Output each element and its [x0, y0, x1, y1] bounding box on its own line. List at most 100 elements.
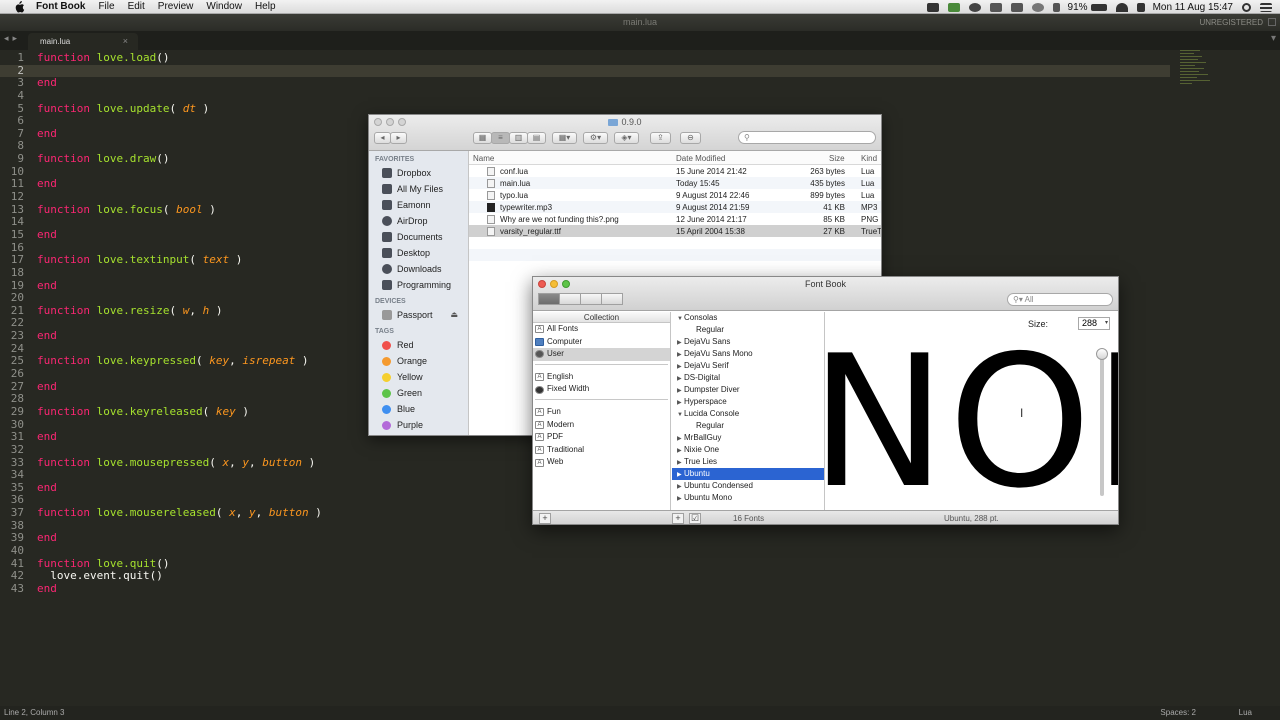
tab-main-lua[interactable]: main.lua × [28, 33, 138, 50]
apple-logo-icon[interactable] [12, 0, 26, 13]
font-family-item[interactable]: ▼Consolas [672, 312, 824, 324]
column-header-size[interactable]: Size [829, 154, 845, 163]
chevron-down-icon[interactable]: ▾ [1105, 318, 1108, 329]
column-header-date-modified[interactable]: Date Modified [676, 154, 725, 163]
icon-view-button[interactable]: ▦ [473, 132, 492, 144]
forward-button[interactable]: ▸ [390, 132, 407, 144]
file-row[interactable]: typewriter.mp3 9 August 2014 21:59 41 KB MP… [469, 201, 881, 213]
collection-pdf[interactable]: A PDF [533, 431, 670, 444]
sidebar-item-dropbox[interactable]: Dropbox [369, 165, 468, 181]
column-view-button[interactable]: ▥ [509, 132, 528, 144]
volume-icon[interactable] [1136, 2, 1145, 12]
sidebar-item-programming[interactable]: Programming [369, 277, 468, 293]
repertoire-view-button[interactable] [559, 293, 581, 305]
size-combo-box[interactable]: 288 ▾ [1078, 317, 1110, 330]
sidebar-tag-yellow[interactable]: Yellow [369, 369, 468, 385]
font-family-item[interactable]: ▶ Ubuntu Mono [672, 492, 824, 504]
sidebar-item-downloads[interactable]: Downloads [369, 261, 468, 277]
code-line[interactable]: 39 end [0, 532, 1170, 545]
file-row[interactable]: conf.lua 15 June 2014 21:42 263 bytes Lua [469, 165, 881, 177]
collection-modern[interactable]: A Modern [533, 419, 670, 432]
disclosure-open-icon[interactable]: ▼ [677, 409, 684, 421]
syntax-selector[interactable]: Lua [1239, 706, 1252, 720]
disclosure-closed-icon[interactable]: ▶ [677, 493, 684, 505]
code-line[interactable]: 1 function love.load() [0, 51, 1170, 65]
sidebar-tag-red[interactable]: Red [369, 337, 468, 353]
enable-font-checkbox-button[interactable]: ☑ [689, 513, 701, 524]
collection-traditional[interactable]: A Traditional [533, 444, 670, 457]
collection-web[interactable]: A Web [533, 456, 670, 469]
code-line[interactable]: 43 end [0, 582, 1170, 596]
font-typeface-item[interactable]: Regular [672, 324, 824, 336]
menu-file[interactable]: File [98, 0, 114, 14]
spotlight-icon[interactable] [1242, 2, 1251, 12]
list-view-button[interactable]: ≡ [491, 132, 510, 144]
indentation-setting[interactable]: Spaces: 2 [1160, 706, 1196, 720]
sidebar-item-airdrop[interactable]: AirDrop [369, 213, 468, 229]
font-family-item[interactable]: ▶ Nixie One [672, 444, 824, 456]
menubar-clock[interactable]: Mon 11 Aug 15:47 [1153, 2, 1233, 13]
wifi-icon[interactable] [1115, 2, 1128, 12]
font-family-item[interactable]: ▶ Dumpster Diver [672, 384, 824, 396]
font-family-item[interactable]: ▶ Ubuntu [672, 468, 824, 480]
font-family-item[interactable]: ▼Lucida Console [672, 408, 824, 420]
screen-recorder-icon[interactable] [926, 2, 939, 12]
font-family-item[interactable]: ▶ True Lies [672, 456, 824, 468]
sidebar-item-passport[interactable]: Passport ⏏ [369, 307, 468, 323]
font-family-item[interactable]: ▶ DejaVu Sans Mono [672, 348, 824, 360]
app-menu[interactable]: Font Book [36, 0, 85, 14]
sidebar-tag-purple[interactable]: Purple [369, 417, 468, 433]
evernote-icon[interactable] [947, 2, 960, 12]
arrange-button[interactable]: ▦▾ [552, 132, 577, 144]
tab-nav-arrows-icon[interactable]: ◂▸ [4, 33, 21, 44]
skype-icon[interactable] [968, 2, 981, 12]
font-typeface-item[interactable]: Regular [672, 420, 824, 432]
code-line[interactable]: 42 love.event.quit() [0, 569, 1170, 583]
sidebar-tag-orange[interactable]: Orange [369, 353, 468, 369]
file-row[interactable]: Why are we not funding this?.png 12 June … [469, 213, 881, 225]
airplay-icon[interactable] [1010, 2, 1023, 12]
file-row[interactable]: main.lua Today 15:45 435 bytes Lua [469, 177, 881, 189]
custom-view-button[interactable] [580, 293, 602, 305]
size-slider-knob[interactable] [1096, 348, 1108, 360]
font-family-item[interactable]: ▶ DS-Digital [672, 372, 824, 384]
disclosure-open-icon[interactable]: ▼ [677, 313, 684, 325]
collection-english[interactable]: A English [533, 371, 670, 384]
action-gear-button[interactable]: ⚙▾ [583, 132, 608, 144]
battery-icon[interactable] [1090, 3, 1107, 11]
collection-all-fonts[interactable]: A All Fonts [533, 323, 670, 336]
menu-window[interactable]: Window [206, 0, 242, 14]
share-button[interactable]: ⇪ [650, 132, 671, 144]
eject-icon[interactable]: ⏏ [450, 307, 458, 323]
back-button[interactable]: ◂ [374, 132, 391, 144]
code-line[interactable]: 40 [0, 544, 1170, 558]
notification-center-icon[interactable] [1260, 2, 1272, 12]
sidebar-tag-blue[interactable]: Blue [369, 401, 468, 417]
dropbox-toolbar-button[interactable]: ◈▾ [614, 132, 639, 144]
font-family-item[interactable]: ▶ MrBallGuy [672, 432, 824, 444]
code-line[interactable]: 3 end [0, 76, 1170, 90]
fullscreen-icon[interactable] [1268, 18, 1276, 26]
time-machine-icon[interactable] [1031, 2, 1044, 12]
collection-fixed-width[interactable]: Fixed Width [533, 383, 670, 396]
code-line[interactable]: 41 function love.quit() [0, 557, 1170, 571]
sidebar-item-documents[interactable]: Documents [369, 229, 468, 245]
tags-button[interactable]: ⊖ [680, 132, 701, 144]
sidebar-item-all-my-files[interactable]: All My Files [369, 181, 468, 197]
code-line[interactable]: 2 [0, 64, 1170, 78]
collection-user[interactable]: User [533, 348, 670, 361]
file-row[interactable]: typo.lua 9 August 2014 22:46 899 bytes Lua [469, 189, 881, 201]
tab-dropdown-icon[interactable]: ▾ [1271, 33, 1276, 44]
sidebar-item-desktop[interactable]: Desktop [369, 245, 468, 261]
battery-percentage[interactable]: 91% [1068, 2, 1088, 13]
coverflow-view-button[interactable]: ▤ [527, 132, 546, 144]
bluetooth-icon[interactable] [1052, 2, 1060, 12]
font-family-item[interactable]: ▶ Ubuntu Condensed [672, 480, 824, 492]
add-font-button[interactable]: + [672, 513, 684, 524]
sidebar-item-eamonn[interactable]: Eamonn [369, 197, 468, 213]
menu-edit[interactable]: Edit [128, 0, 145, 14]
info-view-button[interactable] [601, 293, 623, 305]
menu-preview[interactable]: Preview [158, 0, 194, 14]
collection-computer[interactable]: Computer [533, 336, 670, 349]
minimap[interactable] [1180, 50, 1240, 130]
